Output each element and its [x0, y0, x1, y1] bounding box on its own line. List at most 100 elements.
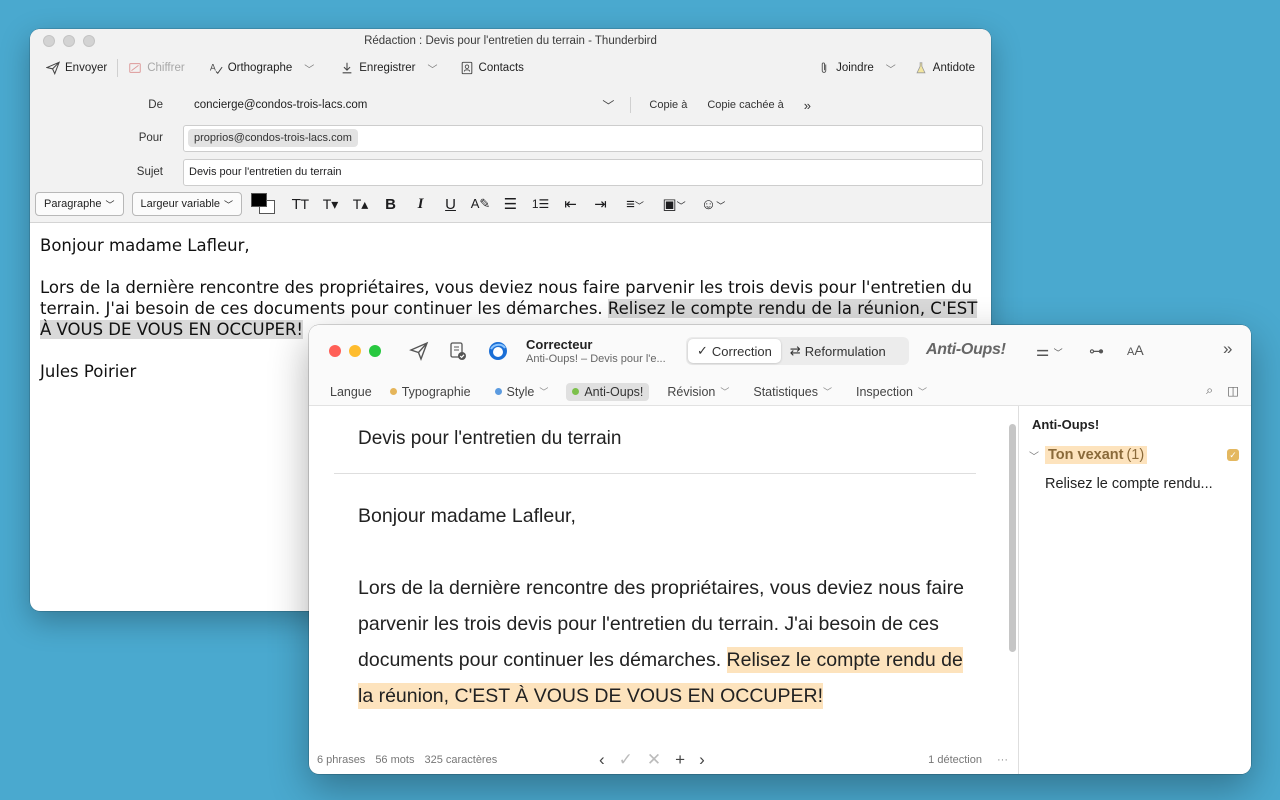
- mode-segmented-control: ✓ Correction ⇄ Reformulation: [686, 337, 909, 365]
- formatting-toolbar: Paragraphe ﹀ Largeur variable ﹀ ꓔT T▾ T▴…: [35, 191, 991, 217]
- tab-statistiques[interactable]: Statistiques ﹀: [747, 383, 838, 401]
- tab-typographie[interactable]: Typographie: [384, 383, 477, 401]
- style-dot-icon: [494, 388, 502, 395]
- text-color-picker[interactable]: [250, 192, 276, 216]
- more-headers-icon[interactable]: »: [794, 98, 821, 113]
- tab-revision[interactable]: Révision ﹀: [661, 383, 735, 401]
- tab-style-label: Style: [506, 384, 535, 399]
- numbered-list-icon[interactable]: 1☰: [527, 197, 554, 211]
- increase-font-size-icon[interactable]: T▴: [347, 196, 374, 213]
- settings-sliders-icon[interactable]: ⚌ ﹀: [1036, 342, 1063, 360]
- checkmark-icon: ✓: [697, 343, 708, 358]
- group-checkbox[interactable]: ✓: [1227, 449, 1239, 461]
- subject-value: Devis pour l'entretien du terrain: [189, 166, 342, 178]
- tab-inspection[interactable]: Inspection ﹀: [850, 383, 933, 401]
- save-dropdown-chevron-icon[interactable]: ﹀: [422, 61, 444, 76]
- search-icon[interactable]: ⌕: [1206, 383, 1213, 398]
- bcc-button[interactable]: Copie cachée à: [697, 99, 793, 111]
- document-view[interactable]: Devis pour l'entretien du terrain Bonjou…: [309, 406, 1003, 745]
- attach-dropdown-chevron-icon[interactable]: ﹀: [880, 61, 902, 76]
- document-check-icon[interactable]: [447, 340, 469, 362]
- window-title: Rédaction : Devis pour l'entretien du te…: [364, 35, 657, 47]
- more-chevrons-icon[interactable]: »: [1223, 339, 1232, 359]
- decrease-font-size-icon[interactable]: T▾: [317, 196, 344, 213]
- save-button[interactable]: Enregistrer: [334, 57, 421, 79]
- zoom-window-button[interactable]: [369, 345, 381, 357]
- send-icon[interactable]: [408, 340, 430, 362]
- chevron-down-icon: ﹀: [822, 387, 832, 397]
- previous-icon[interactable]: ‹: [599, 750, 605, 770]
- subject-label: Sujet: [136, 166, 163, 178]
- ignore-icon[interactable]: ✕: [647, 750, 661, 770]
- antidote-button[interactable]: Antidote: [908, 57, 981, 79]
- recipient-pill[interactable]: proprios@condos-trois-lacs.com: [188, 129, 358, 147]
- tab-antioups[interactable]: Anti-Oups!: [566, 382, 650, 401]
- outdent-icon[interactable]: ⇤: [557, 195, 584, 213]
- minimize-window-button[interactable]: [349, 345, 361, 357]
- tab-style[interactable]: Style ﹀: [489, 383, 555, 401]
- download-icon: [342, 62, 352, 74]
- underline-icon[interactable]: U: [437, 196, 464, 213]
- from-dropdown-chevron-icon[interactable]: ﹀: [596, 97, 626, 114]
- structure-icon[interactable]: ⊶: [1089, 342, 1104, 360]
- document-scrollbar[interactable]: [1009, 424, 1016, 652]
- paragraph-format-select[interactable]: Paragraphe ﹀: [35, 192, 124, 216]
- foreground-color-swatch[interactable]: [251, 193, 268, 207]
- bullet-list-icon[interactable]: ☰: [497, 195, 524, 213]
- doc-greeting: Bonjour madame Lafleur,: [358, 505, 576, 527]
- to-label: Pour: [138, 132, 163, 144]
- to-field[interactable]: proprios@condos-trois-lacs.com: [183, 124, 983, 152]
- attach-button[interactable]: Joindre: [811, 57, 880, 79]
- zoom-window-button[interactable]: [83, 35, 95, 47]
- tab-statistiques-label: Statistiques: [753, 384, 818, 399]
- bold-icon[interactable]: B: [377, 196, 404, 213]
- reformulation-mode-button[interactable]: ⇄ Reformulation: [781, 339, 895, 363]
- spelling-button[interactable]: A Orthographe: [203, 57, 299, 79]
- from-row: De concierge@condos-trois-lacs.com ﹀ Cop…: [30, 92, 991, 118]
- reformulation-icon: ⇄: [789, 343, 801, 358]
- font-value: Largeur variable: [140, 198, 221, 210]
- next-icon[interactable]: ›: [699, 750, 705, 770]
- accept-icon[interactable]: ✓: [619, 750, 633, 770]
- detection-group-ton-vexant[interactable]: ﹀ Ton vexant (1) ✓: [1029, 446, 1239, 464]
- title-bar: Rédaction : Devis pour l'entretien du te…: [30, 29, 991, 53]
- text-size-icon[interactable]: AA: [1127, 342, 1144, 358]
- detection-navigation: ‹ ✓ ✕ + ›: [599, 750, 705, 770]
- font-select[interactable]: Largeur variable ﹀: [131, 192, 243, 216]
- spelling-dropdown-chevron-icon[interactable]: ﹀: [298, 61, 320, 76]
- status-bar: 6 phrases 56 mots 325 caractères ‹ ✓ ✕ +…: [309, 745, 1018, 774]
- detections-sidebar: Anti-Oups! ﹀ Ton vexant (1) ✓ Relisez le…: [1018, 406, 1251, 774]
- more-options-icon[interactable]: ···: [997, 754, 1008, 766]
- typographie-dot-icon: [389, 388, 397, 395]
- emoji-icon[interactable]: ☺﹀: [695, 196, 731, 213]
- italic-icon[interactable]: I: [407, 196, 434, 213]
- compose-toolbar: Envoyer Chiffrer A Orthographe ﹀ Enregis…: [30, 53, 991, 83]
- close-window-button[interactable]: [329, 345, 341, 357]
- tab-langue[interactable]: Langue: [324, 383, 378, 401]
- close-window-button[interactable]: [43, 35, 55, 47]
- insert-image-icon[interactable]: ▣﹀: [656, 195, 692, 213]
- address-book-icon: [461, 61, 472, 75]
- from-select[interactable]: concierge@condos-trois-lacs.com: [194, 99, 367, 111]
- indent-icon[interactable]: ⇥: [587, 195, 614, 213]
- text-style-icon[interactable]: A✎: [467, 196, 494, 212]
- correction-mode-button[interactable]: ✓ Correction: [688, 339, 781, 363]
- from-label: De: [148, 99, 163, 111]
- encrypt-button[interactable]: Chiffrer: [122, 57, 191, 79]
- chevron-down-icon[interactable]: ﹀: [1029, 448, 1039, 463]
- detection-item[interactable]: Relisez le compte rendu...: [1045, 476, 1241, 492]
- cc-button[interactable]: Copie à: [635, 99, 697, 111]
- send-button[interactable]: Envoyer: [40, 57, 113, 79]
- contacts-button[interactable]: Contacts: [454, 57, 530, 79]
- subject-input[interactable]: Devis pour l'entretien du terrain: [183, 158, 983, 186]
- align-icon[interactable]: ≡﹀: [617, 196, 653, 213]
- from-divider: [630, 97, 632, 113]
- save-label: Enregistrer: [359, 62, 416, 74]
- minimize-window-button[interactable]: [63, 35, 75, 47]
- add-icon[interactable]: +: [675, 750, 685, 770]
- font-size-icon[interactable]: ꓔT: [287, 196, 314, 213]
- correction-label: Correction: [711, 343, 772, 359]
- sidebar-toggle-icon[interactable]: ◫: [1227, 383, 1239, 398]
- document-subtitle: Anti-Oups! – Devis pour l'e...: [526, 353, 666, 365]
- antidote-flask-icon: [916, 62, 926, 74]
